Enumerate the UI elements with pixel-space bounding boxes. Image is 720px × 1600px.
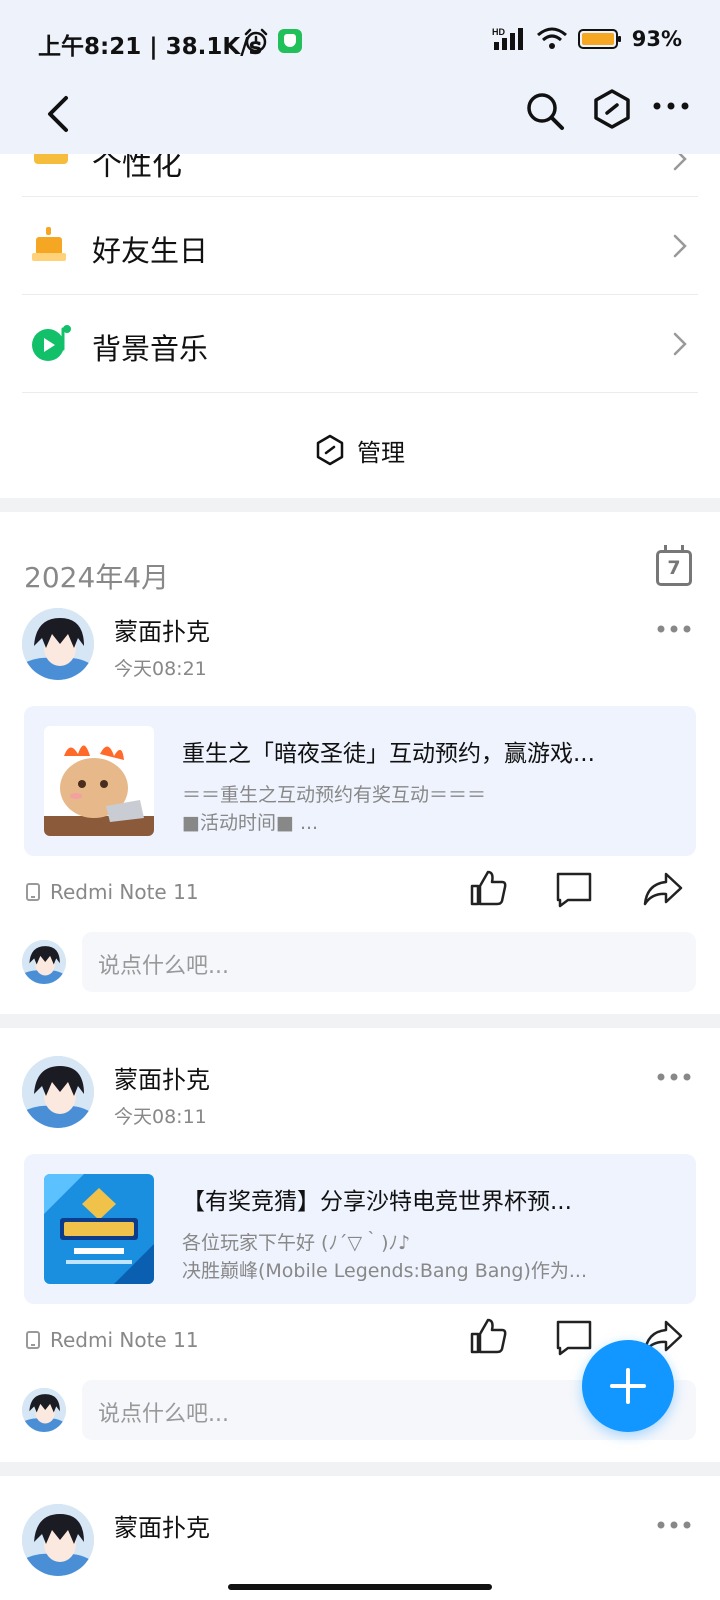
add-post-button[interactable] (582, 1340, 674, 1432)
card-thumbnail (44, 726, 154, 836)
section-gap (0, 1462, 720, 1476)
device-label: Redmi Note 11 (50, 880, 199, 904)
signal-icon: HD (492, 27, 523, 50)
top-nav-bar (0, 86, 720, 154)
manage-button[interactable]: 管理 (0, 402, 720, 498)
shared-link-card[interactable]: 重生之「暗夜圣徒」互动预约，赢游戏... ＝＝重生之互动预约有奖互动＝＝＝ ■活… (24, 706, 696, 856)
post-time: 今天08:21 (114, 658, 207, 680)
post-author[interactable]: 蒙面扑克 (114, 1508, 210, 1543)
post-author[interactable]: 蒙面扑克 (114, 612, 210, 647)
home-indicator[interactable] (228, 1584, 492, 1590)
svg-text:HD: HD (492, 27, 505, 37)
alarm-icon (244, 28, 268, 53)
more-icon[interactable] (656, 620, 692, 638)
card-title: 【有奖竞猜】分享沙特电竞世界杯预... (182, 1189, 572, 1215)
section-gap (0, 1014, 720, 1028)
device-info: Redmi Note 11 (26, 880, 199, 904)
comment-placeholder: 说点什么吧... (98, 954, 229, 979)
comment-input[interactable]: 说点什么吧... (82, 932, 696, 992)
card-summary-line: 决胜巅峰(Mobile Legends:Bang Bang)作为... (182, 1260, 588, 1282)
card-summary-line: 各位玩家下午好 (ﾉ´▽｀)ﾉ♪ (182, 1232, 411, 1254)
status-bar: 上午8:21 | 38.1K/s HD 93% (0, 0, 720, 86)
phone-icon (26, 883, 40, 901)
app-notification-icon (278, 29, 302, 53)
birthday-cake-icon (32, 227, 66, 261)
wifi-icon (536, 27, 567, 49)
more-icon[interactable] (652, 96, 690, 116)
comment-icon[interactable] (554, 1318, 594, 1356)
battery-icon (577, 29, 621, 49)
card-summary-line: ■活动时间■ ... (182, 812, 319, 834)
music-icon (32, 325, 71, 361)
search-icon[interactable] (524, 90, 566, 132)
status-icons: HD 93% (492, 26, 682, 52)
divider (22, 392, 698, 393)
avatar[interactable] (22, 608, 94, 680)
device-label: Redmi Note 11 (50, 1328, 199, 1352)
month-label: 2024年4月 (24, 561, 170, 594)
share-icon[interactable] (642, 870, 684, 908)
comment-icon[interactable] (554, 870, 594, 908)
manage-hexagon-icon[interactable] (592, 88, 632, 130)
star-icon (34, 154, 68, 164)
manage-label: 管理 (357, 438, 405, 467)
card-summary-line: ＝＝重生之互动预约有奖互动＝＝＝ (182, 784, 487, 806)
chevron-right-icon (673, 154, 687, 171)
hexagon-icon (316, 434, 344, 466)
shared-link-card[interactable]: 【有奖竞猜】分享沙特电竞世界杯预... 各位玩家下午好 (ﾉ´▽｀)ﾉ♪ 决胜巅… (24, 1154, 696, 1304)
avatar[interactable] (22, 1056, 94, 1128)
menu-item-background-music[interactable]: 背景音乐 (0, 295, 720, 393)
menu-item-personalize[interactable]: 个性化 (0, 154, 720, 198)
status-time: 上午8:21 | 38.1K/s (38, 34, 263, 60)
calendar-day: 7 (667, 557, 681, 579)
device-info: Redmi Note 11 (26, 1328, 199, 1352)
my-avatar (22, 1388, 66, 1432)
phone-icon (26, 1331, 40, 1349)
more-icon[interactable] (656, 1516, 692, 1534)
more-icon[interactable] (656, 1068, 692, 1086)
calendar-icon[interactable]: 7 (656, 545, 692, 586)
section-gap (0, 498, 720, 512)
avatar[interactable] (22, 1504, 94, 1576)
like-icon[interactable] (468, 868, 508, 908)
comment-placeholder: 说点什么吧... (98, 1402, 229, 1427)
chevron-right-icon (673, 234, 687, 258)
chevron-right-icon (673, 332, 687, 356)
post-author[interactable]: 蒙面扑克 (114, 1060, 210, 1095)
card-thumbnail (44, 1174, 154, 1284)
like-icon[interactable] (468, 1316, 508, 1356)
post-time: 今天08:11 (114, 1106, 207, 1128)
card-title: 重生之「暗夜圣徒」互动预约，赢游戏... (182, 741, 595, 767)
menu-item-label: 背景音乐 (92, 332, 209, 366)
menu-item-label: 个性化 (92, 154, 182, 183)
back-button[interactable] (40, 92, 80, 136)
menu-item-friend-birthday[interactable]: 好友生日 (0, 197, 720, 295)
battery-percent: 93% (631, 27, 682, 51)
menu-item-label: 好友生日 (92, 234, 209, 268)
my-avatar (22, 940, 66, 984)
